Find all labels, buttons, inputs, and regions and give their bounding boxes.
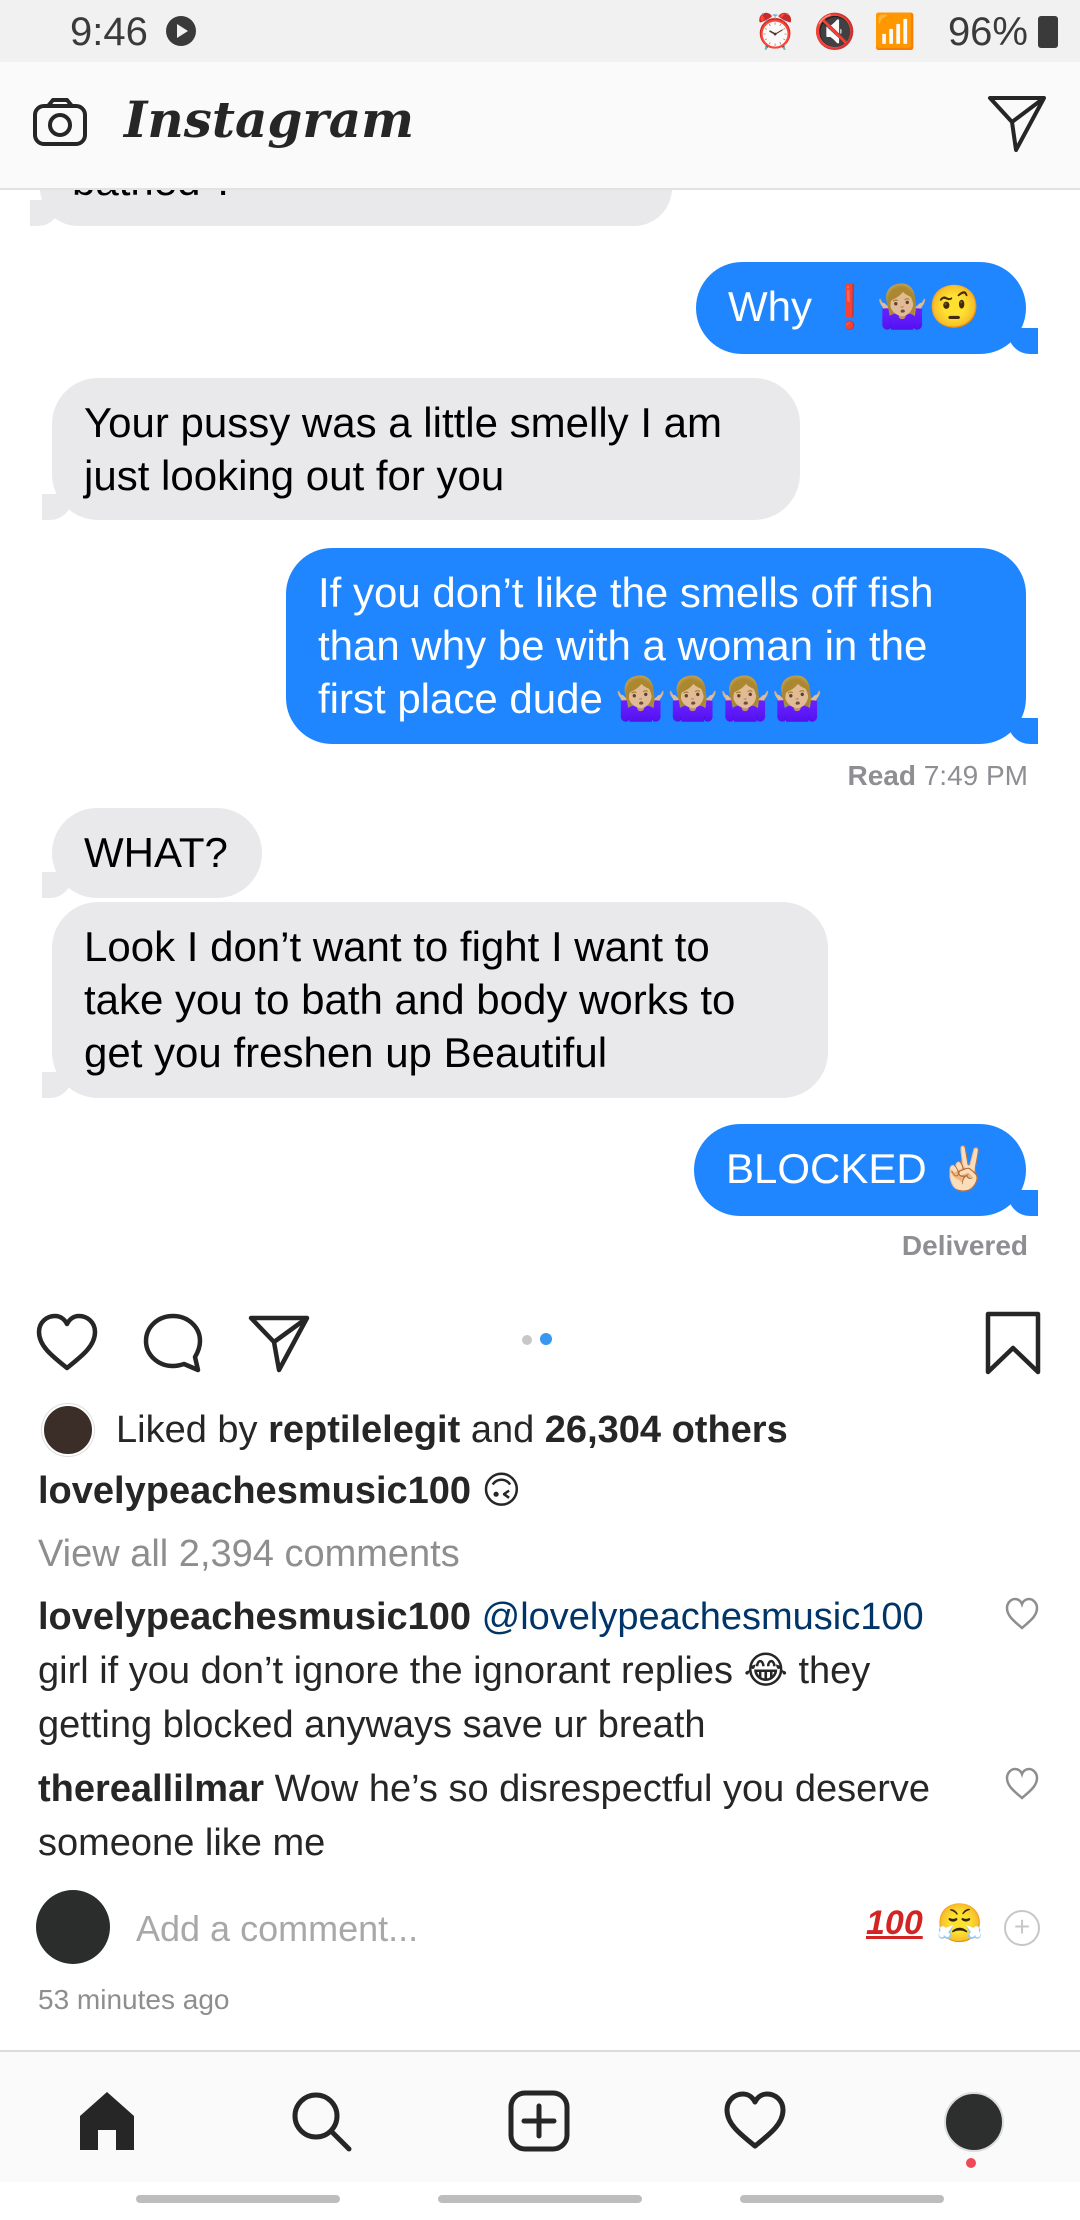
bottom-navigation bbox=[0, 2050, 1080, 2182]
gesture-bar-right bbox=[740, 2195, 944, 2203]
message-text: WHAT? bbox=[84, 829, 228, 876]
status-icons: ⏰ 🔇 📶 bbox=[754, 13, 920, 51]
camera-icon[interactable] bbox=[32, 97, 88, 147]
message-bubble-sent: If you don’t like the smells off fish th… bbox=[286, 548, 1038, 744]
share-send-icon[interactable] bbox=[246, 1310, 312, 1376]
message-bubble-sent: BLOCKED ✌🏻 bbox=[694, 1124, 1038, 1216]
battery-icon bbox=[1038, 16, 1058, 48]
search-icon[interactable] bbox=[288, 2088, 354, 2154]
app-header: Instagram bbox=[0, 62, 1080, 190]
instagram-logo: Instagram bbox=[124, 90, 414, 149]
view-all-comments-link[interactable]: View all 2,394 comments bbox=[38, 1533, 460, 1576]
user-avatar[interactable] bbox=[36, 1890, 110, 1964]
message-text: bathed ? bbox=[72, 190, 236, 204]
message-text: Look I don’t want to fight I want to tak… bbox=[84, 923, 736, 1076]
comment-item: lovelypeachesmusic100 @lovelypeachesmusi… bbox=[38, 1590, 978, 1752]
caption-username[interactable]: lovelypeachesmusic100 bbox=[38, 1470, 471, 1512]
message-bubble-received: WHAT? bbox=[42, 808, 262, 898]
add-comment-row: Add a comment... 100 😤 + bbox=[36, 1890, 1046, 1970]
likes-count[interactable]: 26,304 others bbox=[545, 1409, 788, 1452]
message-text: BLOCKED ✌🏻 bbox=[726, 1145, 991, 1192]
activity-heart-icon[interactable] bbox=[722, 2088, 788, 2154]
likes-summary[interactable]: Liked by reptilelegit and 26,304 others bbox=[42, 1404, 788, 1456]
status-time: 9:46 bbox=[70, 10, 148, 54]
message-bubble-sent: Why ❗🤷🏼‍♀️🤨 bbox=[696, 262, 1038, 354]
read-label: Read bbox=[847, 760, 916, 791]
message-bubble-received: Look I don’t want to fight I want to tak… bbox=[42, 902, 828, 1098]
comment-username[interactable]: lovelypeachesmusic100 bbox=[38, 1596, 471, 1638]
gesture-bar-center bbox=[438, 2195, 642, 2203]
new-post-icon[interactable] bbox=[506, 2088, 572, 2154]
add-comment-input[interactable]: Add a comment... bbox=[136, 1908, 418, 1950]
steam-face-emoji-button[interactable]: 😤 bbox=[936, 1902, 983, 1946]
likes-prefix: Liked by bbox=[116, 1408, 258, 1451]
hundred-emoji-button[interactable]: 100 bbox=[866, 1904, 923, 1943]
read-receipt: Read 7:49 PM bbox=[847, 760, 1028, 792]
post-image[interactable]: bathed ? Why ❗🤷🏼‍♀️🤨 Your pussy was a li… bbox=[0, 190, 1080, 1260]
liker-avatar[interactable] bbox=[42, 1404, 94, 1456]
carousel-indicator bbox=[522, 1332, 560, 1350]
status-bar: 9:46 ⏰ 🔇 📶 96% bbox=[0, 0, 1080, 62]
like-heart-icon[interactable] bbox=[34, 1310, 100, 1376]
message-bubble-received: bathed ? bbox=[30, 190, 672, 226]
comment-mention[interactable]: @lovelypeachesmusic100 bbox=[482, 1596, 924, 1638]
post-caption: lovelypeachesmusic100 🙃 bbox=[38, 1468, 521, 1513]
comment-item: thereallilmar Wow he’s so disrespectful … bbox=[38, 1762, 978, 1870]
post-actions bbox=[0, 1300, 1080, 1380]
battery-percent: 96% bbox=[947, 10, 1028, 54]
profile-notification-dot bbox=[966, 2158, 976, 2168]
delivered-label: Delivered bbox=[901, 1230, 1028, 1260]
gesture-bar-left bbox=[136, 2195, 340, 2203]
read-time: 7:49 PM bbox=[923, 760, 1028, 791]
media-play-icon bbox=[166, 16, 196, 46]
message-text: Your pussy was a little smelly I am just… bbox=[84, 399, 723, 499]
comment-like-heart-icon[interactable] bbox=[1004, 1596, 1040, 1632]
liker-username[interactable]: reptilelegit bbox=[268, 1409, 460, 1452]
profile-avatar[interactable] bbox=[944, 2092, 1004, 2152]
message-text: If you don’t like the smells off fish th… bbox=[318, 569, 934, 722]
post-timestamp: 53 minutes ago bbox=[38, 1984, 230, 2015]
comment-bubble-icon[interactable] bbox=[140, 1310, 206, 1376]
likes-connector: and bbox=[470, 1408, 535, 1451]
comment-text: girl if you don’t ignore the ignorant re… bbox=[38, 1650, 871, 1746]
home-icon[interactable] bbox=[74, 2088, 140, 2154]
carousel-dot bbox=[522, 1335, 532, 1345]
comment-username[interactable]: thereallilmar bbox=[38, 1768, 264, 1810]
bookmark-icon[interactable] bbox=[980, 1310, 1046, 1376]
message-text: Why ❗🤷🏼‍♀️🤨 bbox=[728, 283, 981, 330]
carousel-dot-active bbox=[540, 1333, 552, 1345]
add-emoji-icon[interactable]: + bbox=[1004, 1910, 1040, 1946]
direct-message-icon[interactable] bbox=[986, 92, 1048, 154]
message-bubble-received: Your pussy was a little smelly I am just… bbox=[42, 378, 800, 520]
caption-text: 🙃 bbox=[481, 1470, 522, 1512]
comment-like-heart-icon[interactable] bbox=[1004, 1766, 1040, 1802]
